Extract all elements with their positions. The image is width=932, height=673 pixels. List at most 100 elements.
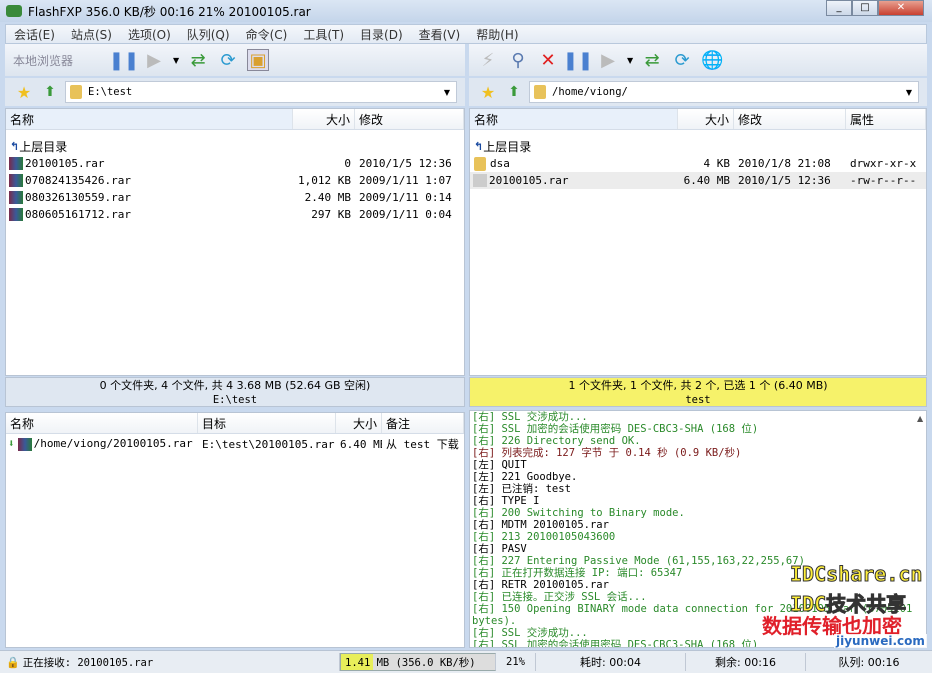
file-name: 080605161712.rar [25, 207, 131, 221]
favorites-star-icon[interactable]: ★ [13, 81, 35, 103]
elapsed-text: 耗时: 00:04 [536, 653, 686, 671]
folder-icon [474, 156, 486, 171]
menu-item[interactable]: 目录(D) [352, 26, 411, 43]
file-attr: drwxr-xr-x [850, 157, 917, 170]
left-path-input[interactable]: E:\test ▼ [65, 81, 457, 103]
file-row[interactable]: dsa 4 KB 2010/1/8 21:08 drwxr-xr-x [470, 155, 926, 172]
rar-file-icon [9, 208, 23, 222]
right-path-input[interactable]: /home/viong/ ▼ [529, 81, 919, 103]
dropdown-icon[interactable]: ▼ [173, 56, 179, 65]
menu-item[interactable]: 队列(Q) [179, 26, 238, 43]
refresh-icon[interactable]: ⟳ [671, 49, 693, 71]
percent-text: 21% [496, 653, 536, 671]
dropdown-icon[interactable]: ▼ [627, 56, 633, 65]
menu-item[interactable]: 工具(T) [295, 26, 352, 43]
pause-icon[interactable]: ❚❚ [109, 49, 139, 71]
maximize-button[interactable]: □ [852, 0, 878, 16]
title-bar: FlashFXP 356.0 KB/秒 00:16 21% 20100105.r… [0, 0, 932, 22]
file-icon [473, 174, 487, 188]
queue-target: E:\test\20100105.rar [202, 437, 335, 451]
local-browser-icon[interactable]: ▣ [247, 49, 270, 71]
column-modified[interactable]: 修改 [355, 109, 464, 129]
chevron-down-icon[interactable]: ▼ [444, 88, 450, 97]
refresh-icon[interactable]: ⟳ [217, 49, 239, 71]
scroll-up-icon[interactable]: ▲ [917, 414, 923, 423]
file-row[interactable]: 20100105.rar 0 2010/1/5 12:36 [6, 155, 464, 172]
menu-item[interactable]: 查看(V) [411, 26, 469, 43]
file-modified: 2010/1/5 12:36 [359, 157, 452, 170]
column-size[interactable]: 大小 [293, 109, 355, 129]
file-name: 080326130559.rar [25, 190, 131, 204]
right-toolbar: ⚡ ⚲ ✕ ❚❚ ▶ ▼ ⇄ ⟳ 🌐 [469, 44, 927, 76]
queue-time-text: 队列: 00:16 [838, 656, 900, 669]
window-title: FlashFXP 356.0 KB/秒 00:16 21% 20100105.r… [28, 4, 311, 19]
log-line: [右] 200 Switching to Binary mode. [472, 507, 685, 519]
progress-bar: 1.41 MB (356.0 KB/秒) [340, 653, 496, 671]
disconnect-icon[interactable]: ⚲ [507, 49, 529, 71]
summary-text: 0 个文件夹, 4 个文件, 共 4 3.68 MB (52.64 GB 空闲) [99, 379, 371, 392]
progress-text: 1.41 MB (356.0 KB/秒) [345, 656, 476, 669]
column-modified[interactable]: 修改 [734, 109, 846, 129]
path-text: E:\test [88, 86, 133, 98]
parent-dir-row[interactable]: ↰ 上层目录 [470, 138, 926, 155]
close-button[interactable]: ✕ [878, 0, 924, 16]
watermark-line1: IDCshare.cn [789, 562, 923, 587]
parent-dir-icon[interactable]: ⬆ [39, 81, 61, 103]
column-note[interactable]: 备注 [382, 413, 464, 433]
file-row[interactable]: 080605161712.rar 297 KB 2009/1/11 0:04 [6, 206, 464, 223]
file-row[interactable]: 070824135426.rar 1,012 KB 2009/1/11 1:07 [6, 172, 464, 189]
left-toolbar: 本地浏览器 ❚❚ ▶ ▼ ⇄ ⟳ ▣ [5, 44, 465, 76]
log-line: [左] 已注销: test [472, 483, 571, 495]
file-row[interactable]: 20100105.rar 6.40 MB 2010/1/5 12:36 -rw-r--… [470, 172, 926, 189]
column-name[interactable]: 名称 [6, 413, 198, 433]
column-attr[interactable]: 属性 [846, 109, 926, 129]
play-icon[interactable]: ▶ [143, 49, 165, 71]
parent-dir-icon[interactable]: ⬆ [503, 81, 525, 103]
local-file-list: 名称 大小 修改 ↰ 上层目录 20100105.rar 0 2010/1/5 12:36… [5, 108, 465, 376]
log-line: [右] TYPE I [472, 495, 540, 507]
file-name: 20100105.rar [25, 156, 105, 170]
lock-icon: 🔒 [6, 655, 20, 669]
column-name[interactable]: 名称 [6, 109, 293, 129]
abort-icon[interactable]: ✕ [537, 49, 559, 71]
receiving-text: 正在接收: 20100105.rar [22, 656, 154, 669]
favorites-star-icon[interactable]: ★ [477, 81, 499, 103]
column-target[interactable]: 目标 [198, 413, 336, 433]
transfer-icon[interactable]: ⇄ [641, 49, 663, 71]
log-line: [右] PASV [472, 543, 527, 555]
file-size: 2.40 MB [304, 191, 351, 204]
menu-item[interactable]: 站点(S) [63, 26, 120, 43]
queue-item[interactable]: ⬇ /home/viong/20100105.rar E:\test\2010010… [6, 434, 464, 454]
file-name: dsa [490, 156, 510, 170]
menu-item[interactable]: 命令(C) [238, 26, 296, 43]
local-browser-label: 本地浏览器 [13, 53, 74, 68]
app-icon [6, 5, 22, 17]
menu-item[interactable]: 选项(O) [120, 26, 179, 43]
chevron-down-icon[interactable]: ▼ [906, 88, 912, 97]
globe-icon[interactable]: 🌐 [701, 49, 723, 71]
menu-item[interactable]: 会话(E) [6, 26, 63, 43]
parent-dir-row[interactable]: ↰ 上层目录 [6, 138, 464, 155]
file-name: 070824135426.rar [25, 173, 131, 187]
file-modified: 2009/1/11 0:04 [359, 208, 452, 221]
file-size: 6.40 MB [683, 174, 730, 187]
up-arrow-icon: ↰ [10, 140, 20, 153]
rar-file-icon [17, 437, 32, 451]
column-size[interactable]: 大小 [678, 109, 734, 129]
log-line: [左] QUIT [472, 459, 527, 471]
rar-file-icon [9, 174, 23, 188]
play-icon[interactable]: ▶ [597, 49, 619, 71]
menu-item[interactable]: 帮助(H) [468, 26, 526, 43]
local-summary: 0 个文件夹, 4 个文件, 共 4 3.68 MB (52.64 GB 空闲)… [5, 377, 465, 407]
column-name[interactable]: 名称 [470, 109, 678, 129]
pause-icon[interactable]: ❚❚ [563, 49, 593, 71]
watermark-site: jiyunwei.com [834, 634, 927, 648]
summary-path: test [685, 394, 711, 406]
column-size[interactable]: 大小 [336, 413, 382, 433]
transfer-icon[interactable]: ⇄ [187, 49, 209, 71]
file-row[interactable]: 080326130559.rar 2.40 MB 2009/1/11 0:14 [6, 189, 464, 206]
connect-icon[interactable]: ⚡ [477, 49, 499, 71]
parent-label: 上层目录 [483, 140, 532, 154]
minimize-button[interactable]: _ [826, 0, 852, 16]
folder-icon [70, 85, 82, 99]
